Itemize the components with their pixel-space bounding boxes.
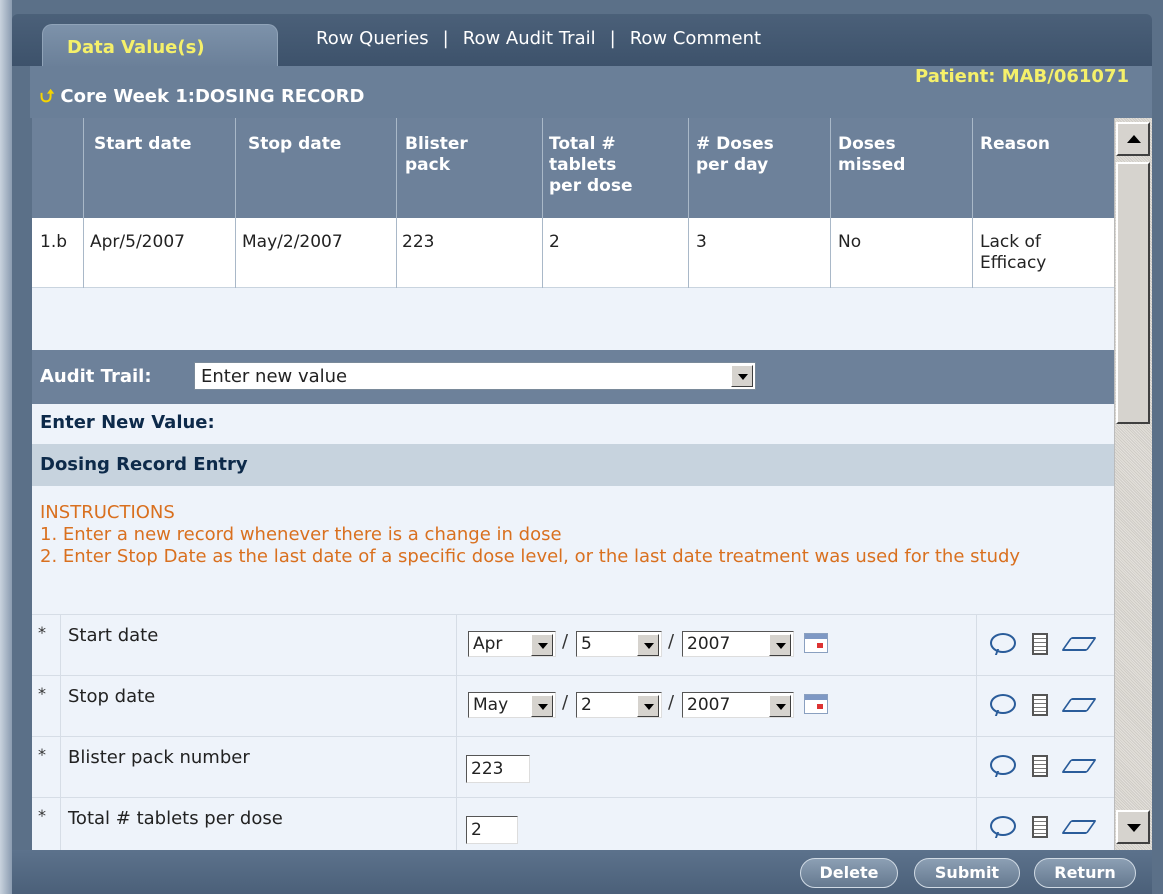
audit-trail-bar: Audit Trail: Enter new value xyxy=(32,350,1114,404)
eraser-icon[interactable] xyxy=(1061,637,1097,651)
form-row-blister-pack: * Blister pack number 223 xyxy=(32,736,1114,797)
chevron-down-icon[interactable] xyxy=(731,365,753,387)
chevron-down-icon[interactable] xyxy=(769,695,791,717)
tab-data-values-label: Data Value(s) xyxy=(67,37,205,58)
chevron-down-icon[interactable] xyxy=(637,695,659,717)
return-button[interactable]: Return xyxy=(1034,858,1136,888)
up-arrow-icon[interactable]: ⮍ xyxy=(40,86,54,107)
required-marker: * xyxy=(38,745,46,764)
submit-button[interactable]: Submit xyxy=(914,858,1020,888)
calendar-icon[interactable] xyxy=(804,633,828,653)
audit-trail-label: Audit Trail: xyxy=(40,366,152,387)
col-header-tablets-per-dose[interactable]: Total # tablets per dose xyxy=(549,134,633,197)
required-marker: * xyxy=(38,684,46,703)
scroll-down-icon[interactable] xyxy=(1116,810,1150,844)
start-year-select[interactable]: 2007 xyxy=(682,631,794,657)
stop-date-label: Stop date xyxy=(68,686,156,707)
eraser-icon[interactable] xyxy=(1061,698,1097,712)
col-header-doses-missed[interactable]: Doses missed xyxy=(838,134,905,176)
tab-links: Row Queries | Row Audit Trail | Row Comment xyxy=(316,28,762,49)
chevron-down-icon[interactable] xyxy=(637,634,659,656)
vertical-scrollbar[interactable] xyxy=(1114,118,1152,850)
col-header-blister-pack[interactable]: Blister pack xyxy=(405,134,468,176)
cell-stop-date: May/2/2007 xyxy=(242,232,343,252)
tab-data-values[interactable]: Data Value(s) xyxy=(42,24,278,68)
eraser-icon[interactable] xyxy=(1061,759,1097,773)
copy-icon[interactable] xyxy=(1032,755,1048,777)
eraser-icon[interactable] xyxy=(1061,820,1097,834)
form-row-tablets-per-dose: * Total # tablets per dose 2 xyxy=(32,797,1114,850)
required-marker: * xyxy=(38,623,46,642)
start-day-select[interactable]: 5 xyxy=(576,631,662,657)
cell-doses-per-day: 3 xyxy=(696,232,707,252)
chevron-down-icon[interactable] xyxy=(531,634,553,656)
breadcrumb: ⮍ Core Week 1:DOSING RECORD xyxy=(40,84,364,114)
stop-day-select[interactable]: 2 xyxy=(576,692,662,718)
comment-bubble-icon[interactable] xyxy=(990,755,1016,775)
cell-tablets: 2 xyxy=(549,232,560,252)
left-edge xyxy=(0,0,12,894)
delete-button[interactable]: Delete xyxy=(800,858,898,888)
tab-row-queries[interactable]: Row Queries xyxy=(316,28,429,49)
chevron-down-icon[interactable] xyxy=(769,634,791,656)
row-id: 1.b xyxy=(40,232,68,252)
table-row[interactable]: 1.b Apr/5/2007 May/2/2007 223 2 3 No Lac… xyxy=(32,218,1114,288)
breadcrumb-title: Core Week 1:DOSING RECORD xyxy=(60,86,365,107)
calendar-icon[interactable] xyxy=(804,694,828,714)
stop-year-select[interactable]: 2007 xyxy=(682,692,794,718)
main-content: Start date Stop date Blister pack Total #… xyxy=(32,118,1114,850)
blister-pack-input[interactable]: 223 xyxy=(466,755,530,783)
required-marker: * xyxy=(38,806,46,825)
cell-blister-pack: 223 xyxy=(402,232,435,252)
col-header-doses-per-day[interactable]: # Doses per day xyxy=(696,134,774,176)
blister-pack-label: Blister pack number xyxy=(68,747,250,768)
cell-doses-missed: No xyxy=(838,232,862,252)
instructions: INSTRUCTIONS 1. Enter a new record whene… xyxy=(40,502,1021,567)
start-month-select[interactable]: Apr xyxy=(468,631,556,657)
copy-icon[interactable] xyxy=(1032,816,1048,838)
enter-new-value-label: Enter New Value: xyxy=(40,412,215,433)
tablets-per-dose-input[interactable]: 2 xyxy=(466,816,518,844)
scroll-thumb[interactable] xyxy=(1116,162,1150,424)
tab-row-audit-trail[interactable]: Row Audit Trail xyxy=(463,28,596,49)
comment-bubble-icon[interactable] xyxy=(990,694,1016,714)
start-date-label: Start date xyxy=(68,625,159,646)
section-header: Dosing Record Entry xyxy=(32,444,1114,486)
section-title: Dosing Record Entry xyxy=(40,454,248,475)
col-header-stop-date[interactable]: Stop date xyxy=(248,134,341,155)
cell-start-date: Apr/5/2007 xyxy=(90,232,185,252)
grid-header: Start date Stop date Blister pack Total #… xyxy=(32,118,1114,218)
form-row-stop-date: * Stop date May / 2 / 2007 xyxy=(32,675,1114,736)
col-header-start-date[interactable]: Start date xyxy=(94,134,192,155)
col-header-reason[interactable]: Reason xyxy=(980,134,1050,155)
stop-month-select[interactable]: May xyxy=(468,692,556,718)
copy-icon[interactable] xyxy=(1032,694,1048,716)
form-row-start-date: * Start date Apr / 5 / 2007 xyxy=(32,614,1114,675)
chevron-down-icon[interactable] xyxy=(531,695,553,717)
comment-bubble-icon[interactable] xyxy=(990,633,1016,653)
audit-trail-select[interactable]: Enter new value xyxy=(194,362,756,390)
tablets-per-dose-label: Total # tablets per dose xyxy=(68,808,283,829)
comment-bubble-icon[interactable] xyxy=(990,816,1016,836)
copy-icon[interactable] xyxy=(1032,633,1048,655)
tab-row-comment[interactable]: Row Comment xyxy=(630,28,761,49)
patient-id: Patient: MAB/061071 xyxy=(914,66,1129,87)
cell-reason: Lack of Efficacy xyxy=(980,232,1047,273)
scroll-up-icon[interactable] xyxy=(1116,122,1150,156)
